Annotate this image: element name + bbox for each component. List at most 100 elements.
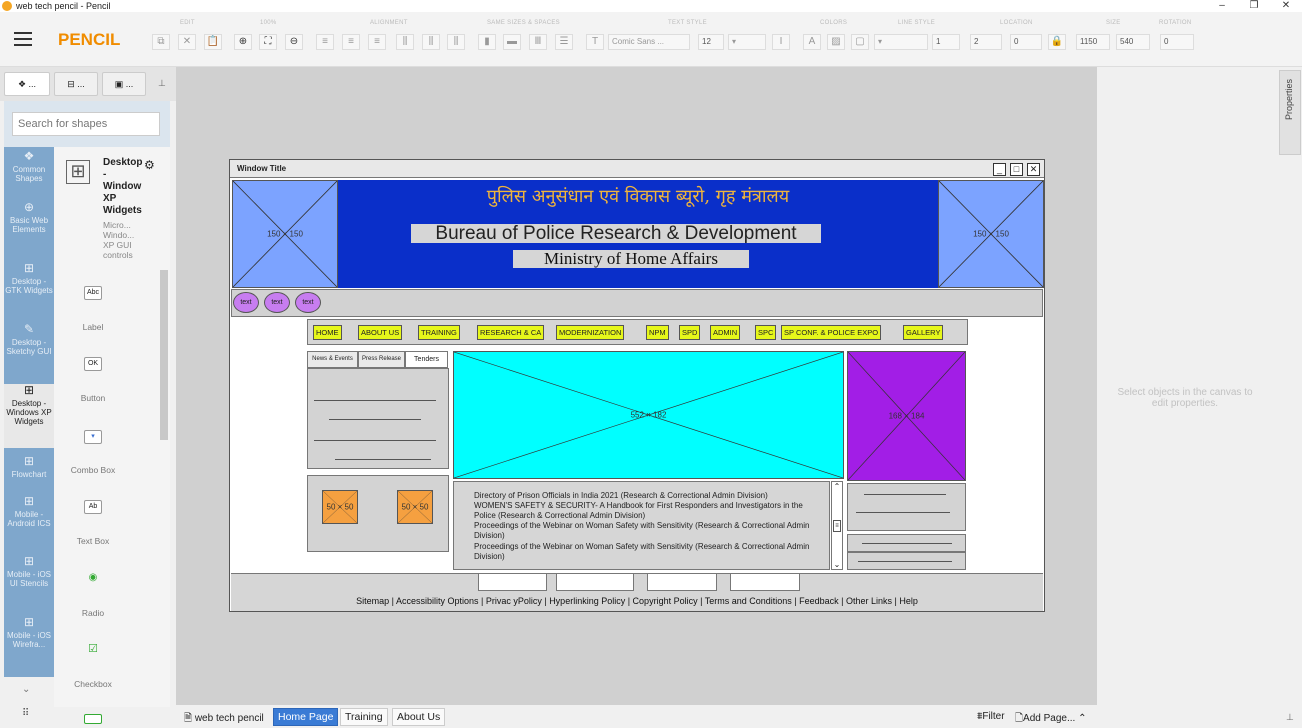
tab-press-release[interactable]: Press Release [358, 351, 405, 368]
shape-combo-icon[interactable]: ▾ [84, 430, 102, 444]
nav-gallery[interactable]: GALLERY [903, 325, 944, 340]
minimize-button[interactable]: – [1206, 0, 1238, 12]
align-center-icon[interactable]: ≡ [342, 34, 360, 50]
space-h-icon[interactable]: Ⅲ [529, 34, 547, 50]
nav-modernization[interactable]: MODERNIZATION [556, 325, 625, 340]
right-logo-placeholder[interactable]: 150 × 150 [938, 180, 1044, 288]
announcement-item[interactable]: Proceedings of the Webinar on Woman Safe… [474, 542, 819, 562]
properties-tab[interactable]: Properties [1279, 70, 1301, 155]
shape-label-icon[interactable]: Abc [84, 286, 102, 300]
size-height-field[interactable]: 540 [1116, 34, 1150, 50]
small-image-2[interactable]: 50 × 50 [397, 490, 433, 524]
shape-toggle-icon[interactable] [84, 714, 102, 724]
menu-icon[interactable] [14, 32, 32, 46]
collection-ios-wireframe[interactable]: ⊞ Mobile - iOS Wirefra... [4, 616, 54, 649]
shape-list-scrollbar[interactable] [160, 270, 168, 440]
text-format-icon[interactable]: T [586, 34, 604, 50]
nav-spd[interactable]: SPD [679, 325, 701, 340]
line-style-select[interactable]: ▾ [874, 34, 928, 50]
align-bottom-icon[interactable]: ⫼ [447, 34, 465, 50]
side-image-placeholder[interactable]: 168 × 184 [847, 351, 966, 481]
filter-button[interactable]: ⩩Filter [977, 711, 1005, 722]
italic-icon[interactable]: I [772, 34, 790, 50]
nav-home[interactable]: HOME [313, 325, 342, 340]
line-width-field[interactable]: 1 [932, 34, 960, 50]
rotation-field[interactable]: 0 [1160, 34, 1194, 50]
grid-icon[interactable]: ⠿ [22, 708, 29, 719]
nav-npm[interactable]: NPM [646, 325, 669, 340]
same-width-icon[interactable]: ▮ [478, 34, 496, 50]
hero-image-placeholder[interactable]: 552 × 182 [453, 351, 844, 479]
fit-icon[interactable]: ⛶ [259, 34, 277, 50]
space-v-icon[interactable]: ☰ [555, 34, 573, 50]
tab-images[interactable]: ▣ ... [102, 72, 146, 96]
announcement-item[interactable]: Proceedings of the Webinar on Woman Safe… [474, 521, 819, 541]
align-top-icon[interactable]: ⫼ [396, 34, 414, 50]
nav-training[interactable]: TRAINING [418, 325, 460, 340]
collection-sketchy[interactable]: ✎ Desktop - Sketchy GUI [4, 323, 54, 356]
align-right-icon[interactable]: ≡ [368, 34, 386, 50]
shape-radio-icon[interactable]: ◉ [84, 572, 102, 586]
tab-news-events[interactable]: News & Events [307, 351, 358, 368]
left-logo-placeholder[interactable]: 150 × 150 [232, 180, 338, 288]
fill-color-icon[interactable]: ▨ [827, 34, 845, 50]
announcement-item[interactable]: WOMEN'S SAFETY & SECURITY- A Handbook fo… [474, 501, 819, 521]
collection-gtk[interactable]: ⊞ Desktop - GTK Widgets [4, 262, 54, 295]
close-button[interactable]: ✕ [1270, 0, 1302, 12]
collection-flowchart[interactable]: ⊞ Flowchart [4, 455, 54, 479]
pin-icon[interactable]: ⊥ [158, 78, 166, 89]
zoom-in-icon[interactable]: ⊕ [234, 34, 252, 50]
shape-textbox-icon[interactable]: Ab [84, 500, 102, 514]
announcements-scrollbar[interactable]: ⌃ ≡ ⌄ [831, 481, 843, 570]
collection-basic-web[interactable]: ⊕ Basic Web Elements [4, 201, 54, 234]
announcement-item[interactable]: Directory of Prison Officials in India 2… [474, 491, 819, 501]
nav-sp-conf[interactable]: SP CONF. & POLICE EXPO [781, 325, 882, 340]
shape-search-input[interactable]: Search for shapes [12, 112, 160, 136]
copy-icon[interactable]: ⧉ [152, 34, 170, 50]
gear-icon[interactable]: ⚙ [144, 158, 155, 172]
zoom-out-icon[interactable]: ⊖ [285, 34, 303, 50]
same-height-icon[interactable]: ▬ [503, 34, 521, 50]
collection-winxp[interactable]: ⊞ Desktop - Windows XP Widgets [4, 384, 54, 448]
font-size-field[interactable]: 12 [698, 34, 724, 50]
footer-logo-3[interactable] [647, 573, 717, 591]
shape-checkbox-icon[interactable]: ☑ [84, 643, 102, 657]
text-color-icon[interactable]: A [803, 34, 821, 50]
maximize-button[interactable]: ❐ [1238, 0, 1270, 12]
small-image-1[interactable]: 50 × 50 [322, 490, 358, 524]
tab-shapes[interactable]: ❖ ... [4, 72, 50, 96]
footer-links[interactable]: Sitemap | Accessibility Options | Privac… [231, 596, 1043, 606]
circle-button[interactable]: text [295, 292, 321, 313]
pin-icon-bottom[interactable]: ⊥ [1286, 712, 1294, 723]
cut-icon[interactable]: ✕ [178, 34, 196, 50]
circle-button[interactable]: text [264, 292, 290, 313]
page-tab-home[interactable]: Home Page [273, 708, 339, 726]
nav-about-us[interactable]: ABOUT US [358, 325, 403, 340]
tab-tenders[interactable]: Tenders [405, 351, 448, 368]
collection-ios-stencils[interactable]: ⊞ Mobile - iOS UI Stencils [4, 555, 54, 588]
lock-icon[interactable]: 🔒 [1048, 34, 1066, 50]
footer-logo-4[interactable] [730, 573, 800, 591]
font-weight-select[interactable]: ▾ [728, 34, 766, 50]
paste-icon[interactable]: 📋 [204, 34, 222, 50]
add-page-button[interactable]: 🗋Add Page... ⌃ [1015, 711, 1086, 728]
tab-clipart[interactable]: ⊟ ... [54, 72, 98, 96]
page-tab-training[interactable]: Training [340, 708, 388, 726]
align-middle-icon[interactable]: ⫼ [422, 34, 440, 50]
footer-logo-2[interactable] [556, 573, 634, 591]
location-y-field[interactable]: 0 [1010, 34, 1042, 50]
circle-button[interactable]: text [233, 292, 259, 313]
collection-android[interactable]: ⊞ Mobile - Android ICS [4, 495, 54, 528]
nav-admin[interactable]: ADMIN [710, 325, 741, 340]
collection-common-shapes[interactable]: ❖ Common Shapes [4, 150, 54, 183]
font-family-select[interactable]: Comic Sans ... [608, 34, 690, 50]
align-left-icon[interactable]: ≡ [316, 34, 334, 50]
footer-logo-1[interactable] [478, 573, 547, 591]
size-width-field[interactable]: 1150 [1076, 34, 1110, 50]
page-tab-about[interactable]: About Us [392, 708, 446, 726]
location-x-field[interactable]: 2 [970, 34, 1002, 50]
nav-spc[interactable]: SPC [755, 325, 777, 340]
chevron-down-icon[interactable]: ⌄ [22, 684, 30, 695]
stroke-color-icon[interactable]: ▢ [851, 34, 869, 50]
shape-button-icon[interactable]: OK [84, 357, 102, 371]
